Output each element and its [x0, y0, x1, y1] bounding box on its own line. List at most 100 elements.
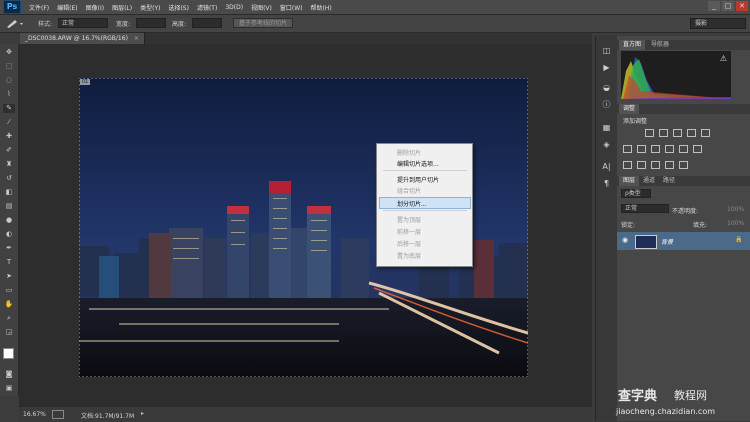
exposure-icon[interactable] [687, 129, 696, 137]
visibility-eye-icon[interactable]: ◉ [622, 236, 628, 244]
slice-tool-icon[interactable]: ✎ [3, 104, 15, 113]
color-panel-icon[interactable]: ◒ [600, 83, 613, 93]
default-colors-icon[interactable]: ◲ [3, 328, 15, 337]
ctx-delete-slice[interactable]: 删除切片 [397, 148, 421, 157]
gradient-tool-icon[interactable]: ▤ [3, 202, 15, 211]
tab-histogram[interactable]: 直方图 [619, 40, 646, 50]
menu-window[interactable]: 窗口(W) [276, 3, 307, 12]
menu-3d[interactable]: 3D(D) [221, 4, 247, 11]
ctx-combine-slices[interactable]: 组合切片 [397, 186, 421, 195]
character-panel-icon[interactable]: A| [600, 162, 613, 172]
clone-source-icon[interactable]: ◈ [600, 140, 613, 150]
document-size[interactable]: 文档:91.7M/91.7M [81, 411, 134, 420]
ctx-bring-to-front[interactable]: 置为顶层 [397, 215, 421, 224]
zoom-tool-icon[interactable]: ⌕ [3, 314, 15, 323]
menu-layer[interactable]: 图层(L) [108, 3, 136, 12]
slice-tool-preset-icon[interactable] [5, 18, 25, 29]
dodge-tool-icon[interactable]: ◐ [3, 230, 15, 239]
tab-adjustments[interactable]: 调整 [619, 104, 640, 114]
ctx-send-to-back[interactable]: 置为底层 [397, 251, 421, 260]
quick-select-tool-icon[interactable]: ⌇ [3, 90, 15, 99]
tab-layers[interactable]: 图层 [619, 176, 640, 186]
maximize-button[interactable]: □ [722, 1, 734, 11]
gradient-map-icon[interactable] [665, 161, 674, 169]
channel-mixer-icon[interactable] [679, 145, 688, 153]
menu-help[interactable]: 帮助(H) [307, 3, 336, 12]
fill-value[interactable]: 100% [727, 220, 744, 227]
actions-panel-icon[interactable]: ▶ [600, 63, 613, 73]
ctx-send-backward[interactable]: 后移一层 [397, 239, 421, 248]
minimize-button[interactable]: _ [708, 1, 720, 11]
pen-tool-icon[interactable]: ✒ [3, 244, 15, 253]
zoom-level[interactable]: 16.67% [23, 411, 46, 418]
tab-paths[interactable]: 路径 [659, 176, 679, 186]
ctx-edit-slice-options[interactable]: 编辑切片选项... [397, 159, 439, 168]
selective-color-icon[interactable] [679, 161, 688, 169]
history-panel-icon[interactable]: ◫ [600, 46, 613, 56]
ctx-bring-forward[interactable]: 前移一层 [397, 227, 421, 236]
blend-mode-select[interactable]: 正常 [621, 204, 669, 213]
threshold-icon[interactable] [651, 161, 660, 169]
document-tab[interactable]: _DSC0038.ARW @ 16.7%(RGB/16) × [20, 33, 145, 44]
fill-label: 填充: [693, 222, 708, 229]
path-select-icon[interactable]: ➤ [3, 272, 15, 281]
slices-from-guides-button[interactable]: 基于参考线的切片 [233, 18, 294, 28]
healing-brush-icon[interactable]: ✚ [3, 132, 15, 141]
clone-stamp-icon[interactable]: ♜ [3, 160, 15, 169]
workspace-select[interactable]: 摄影 [690, 18, 746, 29]
context-menu: 删除切片 编辑切片选项... 提升到用户切片 组合切片 划分切片... 置为顶层… [376, 143, 473, 267]
ctx-promote-user-slice[interactable]: 提升到用户切片 [397, 175, 439, 184]
tab-channels[interactable]: 通道 [639, 176, 659, 186]
close-tab-icon[interactable]: × [134, 35, 139, 42]
paragraph-panel-icon[interactable]: ¶ [600, 179, 613, 189]
tab-navigator[interactable]: 导航器 [647, 40, 673, 50]
curves-icon[interactable] [673, 129, 682, 137]
layers-tabs: 图层 通道 路径 [617, 176, 750, 186]
screen-mode-icon[interactable]: ▣ [3, 384, 15, 393]
lasso-tool-icon[interactable]: ◌ [3, 76, 15, 85]
status-menu-arrow-icon[interactable]: ▸ [141, 410, 144, 417]
move-tool-icon[interactable]: ✥ [3, 48, 15, 57]
ctx-divide-slice[interactable]: 划分切片... [397, 199, 427, 208]
history-brush-icon[interactable]: ↺ [3, 174, 15, 183]
menu-file[interactable]: 文件(F) [25, 3, 53, 12]
quick-mask-icon[interactable]: ◙ [3, 370, 15, 379]
marquee-tool-icon[interactable]: ⬚ [3, 62, 15, 71]
warning-icon[interactable]: ⚠ [720, 54, 727, 63]
info-panel-icon[interactable]: ⓘ [600, 100, 613, 110]
menu-filter[interactable]: 滤镜(T) [193, 3, 221, 12]
foreground-color-swatch[interactable] [3, 348, 14, 359]
rectangle-tool-icon[interactable]: ▭ [3, 286, 15, 295]
close-button[interactable]: ✕ [736, 1, 748, 11]
levels-icon[interactable] [659, 129, 668, 137]
blur-tool-icon[interactable]: ● [3, 216, 15, 225]
menu-select[interactable]: 选择(S) [164, 3, 193, 12]
posterize-icon[interactable] [637, 161, 646, 169]
layer-row-background[interactable]: ◉ 背景 🔒 [617, 232, 750, 250]
menu-view[interactable]: 视图(V) [247, 3, 276, 12]
menu-type[interactable]: 类型(Y) [136, 3, 164, 12]
black-white-icon[interactable] [651, 145, 660, 153]
height-input[interactable] [192, 18, 222, 28]
eyedropper-tool-icon[interactable]: ⁄ [3, 118, 15, 127]
style-select[interactable]: 正常 [58, 18, 108, 28]
color-balance-icon[interactable] [637, 145, 646, 153]
brightness-icon[interactable] [645, 129, 654, 137]
color-lookup-icon[interactable] [693, 145, 702, 153]
opacity-value[interactable]: 100% [727, 206, 744, 213]
invert-icon[interactable] [623, 161, 632, 169]
vibrance-icon[interactable] [701, 129, 710, 137]
eraser-tool-icon[interactable]: ◧ [3, 188, 15, 197]
brush-tool-icon[interactable]: ✐ [3, 146, 15, 155]
photo-filter-icon[interactable] [665, 145, 674, 153]
width-input[interactable] [136, 18, 166, 28]
layer-filter-select[interactable]: ρ类型 [621, 189, 651, 198]
type-tool-icon[interactable]: T [3, 258, 15, 267]
menu-edit[interactable]: 编辑(E) [53, 3, 81, 12]
menu-image[interactable]: 图像(I) [82, 3, 108, 12]
share-icon[interactable] [52, 410, 64, 419]
watermark-brand: 查字典 [618, 389, 658, 404]
brush-panel-icon[interactable]: ▦ [600, 123, 613, 133]
hand-tool-icon[interactable]: ✋ [3, 300, 15, 309]
hue-saturation-icon[interactable] [623, 145, 632, 153]
